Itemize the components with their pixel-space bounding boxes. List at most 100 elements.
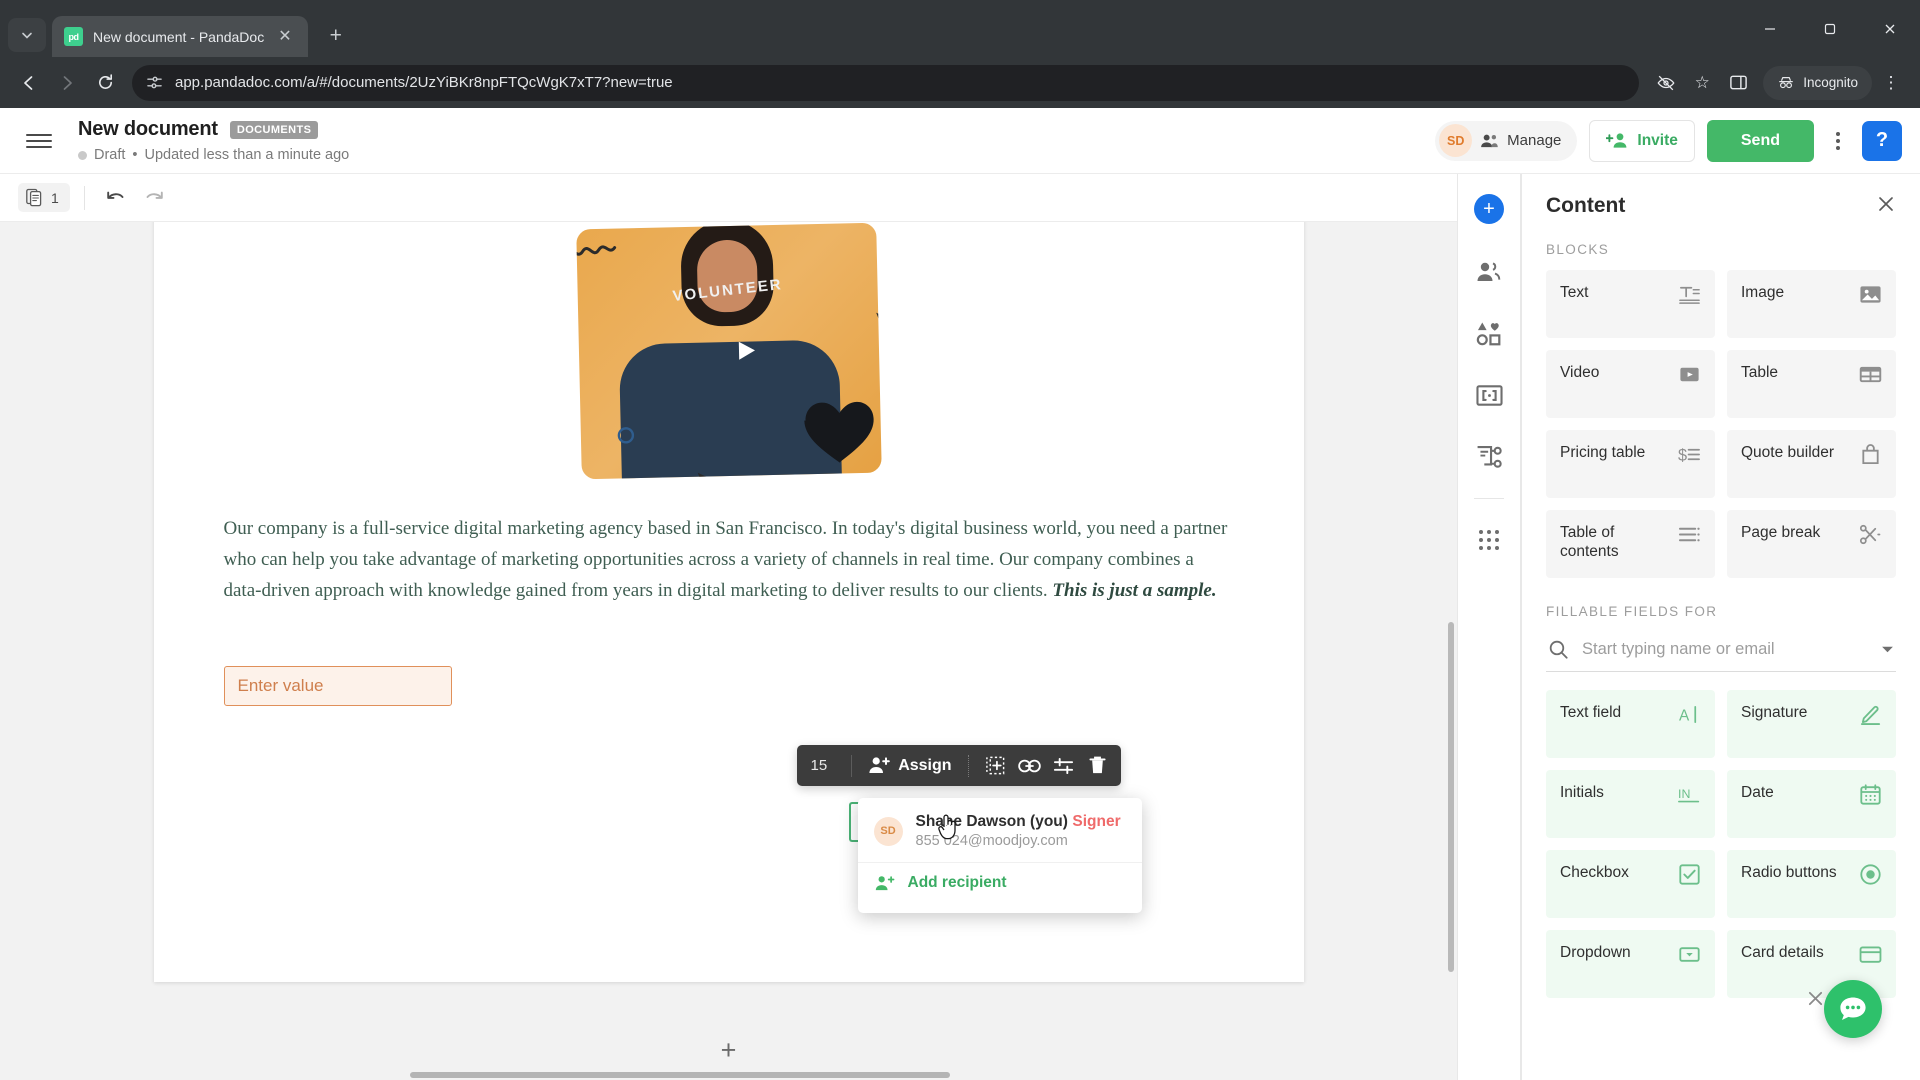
sidebar-item-workflow[interactable] xyxy=(1468,436,1510,478)
document-paragraph[interactable]: Our company is a full-service digital ma… xyxy=(224,514,1234,606)
field-card-text-field[interactable]: Text field A xyxy=(1546,690,1715,758)
vertical-scrollbar[interactable] xyxy=(1448,622,1454,972)
recipient-search-row[interactable]: Start typing name or email xyxy=(1546,632,1896,672)
duplicate-field-icon xyxy=(986,756,1005,775)
main-menu-button[interactable] xyxy=(22,126,56,156)
sidebar-item-content-library[interactable] xyxy=(1468,312,1510,354)
add-page-button[interactable]: + xyxy=(721,1035,737,1066)
search-icon xyxy=(1549,640,1568,659)
svg-text:A: A xyxy=(1679,707,1690,724)
duplicate-field-button[interactable] xyxy=(979,749,1013,783)
checkbox-icon xyxy=(1678,863,1701,891)
field-card-date[interactable]: Date xyxy=(1727,770,1896,838)
forward-button[interactable] xyxy=(50,66,84,100)
more-options-button[interactable] xyxy=(1826,124,1850,158)
fillable-fields-grid: Text field A Signature Initials IN Date … xyxy=(1546,690,1896,998)
back-button[interactable] xyxy=(12,66,46,100)
delete-field-button[interactable] xyxy=(1081,749,1115,783)
document-page[interactable]: VOLUNTEER Our company is a full-service … xyxy=(153,222,1304,982)
main-area: 1 VOLUNTEER Our company is a full-servic… xyxy=(0,174,1920,1080)
document-canvas[interactable]: VOLUNTEER Our company is a full-service … xyxy=(0,222,1457,1080)
chevron-down-icon[interactable] xyxy=(1881,645,1894,654)
tab-search-button[interactable] xyxy=(8,18,46,52)
document-updated-time: Updated less than a minute ago xyxy=(144,147,350,163)
date-icon xyxy=(1859,783,1882,811)
recipients-icon xyxy=(1477,261,1501,281)
close-window-button[interactable] xyxy=(1860,0,1920,57)
address-bar[interactable]: app.pandadoc.com/a/#/documents/2UzYiBKr8… xyxy=(132,64,1640,101)
tab-close-icon[interactable]: ✕ xyxy=(274,27,295,47)
maximize-button[interactable] xyxy=(1800,0,1860,57)
field-card-dropdown[interactable]: Dropdown xyxy=(1546,930,1715,998)
redo-button[interactable] xyxy=(137,181,171,215)
sidebar-item-variables[interactable] xyxy=(1468,374,1510,416)
new-tab-button[interactable]: + xyxy=(322,24,350,48)
table-block-icon xyxy=(1859,363,1882,391)
site-settings-icon[interactable] xyxy=(146,74,163,91)
enter-value-field[interactable]: Enter value xyxy=(223,666,452,707)
chat-bubble-icon xyxy=(1840,997,1866,1020)
invite-button[interactable]: Invite xyxy=(1589,119,1695,162)
page-title[interactable]: New document xyxy=(78,118,218,141)
search-input[interactable]: Start typing name or email xyxy=(1582,640,1868,659)
field-settings-button[interactable] xyxy=(1047,749,1081,783)
recipient-menu-item[interactable]: SD Shane Dawson (you) Signer 855 024@moo… xyxy=(858,804,1142,858)
link-button[interactable] xyxy=(1013,749,1047,783)
close-panel-button[interactable] xyxy=(1876,194,1896,218)
field-card-radio-buttons[interactable]: Radio buttons xyxy=(1727,850,1896,918)
tracking-protection-button[interactable] xyxy=(1649,66,1683,100)
assign-button[interactable]: Assign xyxy=(862,756,957,775)
hamburger-line xyxy=(26,145,52,148)
document-toolbar: 1 xyxy=(0,174,1457,222)
svg-text:$: $ xyxy=(1678,446,1687,464)
block-card-table[interactable]: Table xyxy=(1727,350,1896,418)
undo-button[interactable] xyxy=(99,181,133,215)
blocks-grid: Text Image Video Table Pricing table $ Q… xyxy=(1546,270,1896,578)
sidebar-item-add-content[interactable]: + xyxy=(1468,188,1510,230)
bookmark-button[interactable]: ☆ xyxy=(1685,66,1719,100)
block-card-table-of-contents[interactable]: Table of contents xyxy=(1546,510,1715,578)
paragraph-bold-text: This is just a sample. xyxy=(1052,579,1217,601)
close-chat-widget-button[interactable] xyxy=(1807,990,1824,1012)
sidebar-icon-rail: + xyxy=(1458,174,1520,1080)
pages-count: 1 xyxy=(51,189,59,206)
block-card-image[interactable]: Image xyxy=(1727,270,1896,338)
header-actions: SD Manage Invite Send ? xyxy=(1435,119,1902,162)
blocks-section-label: BLOCKS xyxy=(1546,242,1610,257)
field-card-initials[interactable]: Initials IN xyxy=(1546,770,1715,838)
incognito-icon xyxy=(1779,77,1793,89)
chat-widget-button[interactable] xyxy=(1824,980,1882,1038)
workflow-icon xyxy=(1477,445,1502,468)
incognito-indicator[interactable]: Incognito xyxy=(1763,65,1872,100)
add-person-icon xyxy=(1606,133,1627,148)
sidebar-item-recipients[interactable] xyxy=(1468,250,1510,292)
field-label: Dropdown xyxy=(1560,944,1631,961)
horizontal-scrollbar[interactable] xyxy=(410,1072,950,1078)
browser-tab[interactable]: pd New document - PandaDoc ✕ xyxy=(52,16,308,57)
send-button[interactable]: Send xyxy=(1706,119,1814,162)
block-card-pricing-table[interactable]: Pricing table $ xyxy=(1546,430,1715,498)
field-card-signature[interactable]: Signature xyxy=(1727,690,1896,758)
pages-button[interactable]: 1 xyxy=(18,183,70,212)
minimize-button[interactable] xyxy=(1740,0,1800,57)
panel-title: Content xyxy=(1546,194,1626,217)
help-button[interactable]: ? xyxy=(1862,120,1902,161)
field-card-checkbox[interactable]: Checkbox xyxy=(1546,850,1715,918)
block-card-quote-builder[interactable]: Quote builder xyxy=(1727,430,1896,498)
block-card-video[interactable]: Video xyxy=(1546,350,1715,418)
add-recipient-button[interactable]: Add recipient xyxy=(857,862,1142,903)
side-panel-button[interactable] xyxy=(1721,66,1755,100)
document-image[interactable]: VOLUNTEER xyxy=(575,222,882,480)
block-card-page-break[interactable]: Page break xyxy=(1727,510,1896,578)
manage-button[interactable]: SD Manage xyxy=(1435,120,1578,161)
sidebar-item-apps[interactable] xyxy=(1468,519,1510,561)
font-size-value[interactable]: 15 xyxy=(811,757,828,774)
forward-arrow-icon xyxy=(63,75,72,90)
trash-icon xyxy=(1089,756,1106,774)
browser-menu-button[interactable]: ⋮ xyxy=(1874,66,1908,100)
recipient-email: 855 024@moodjoy.com xyxy=(915,833,1068,849)
reload-button[interactable] xyxy=(88,66,122,100)
block-card-text[interactable]: Text xyxy=(1546,270,1715,338)
people-icon xyxy=(1481,134,1498,147)
browser-chrome: pd New document - PandaDoc ✕ + xyxy=(0,0,1920,57)
